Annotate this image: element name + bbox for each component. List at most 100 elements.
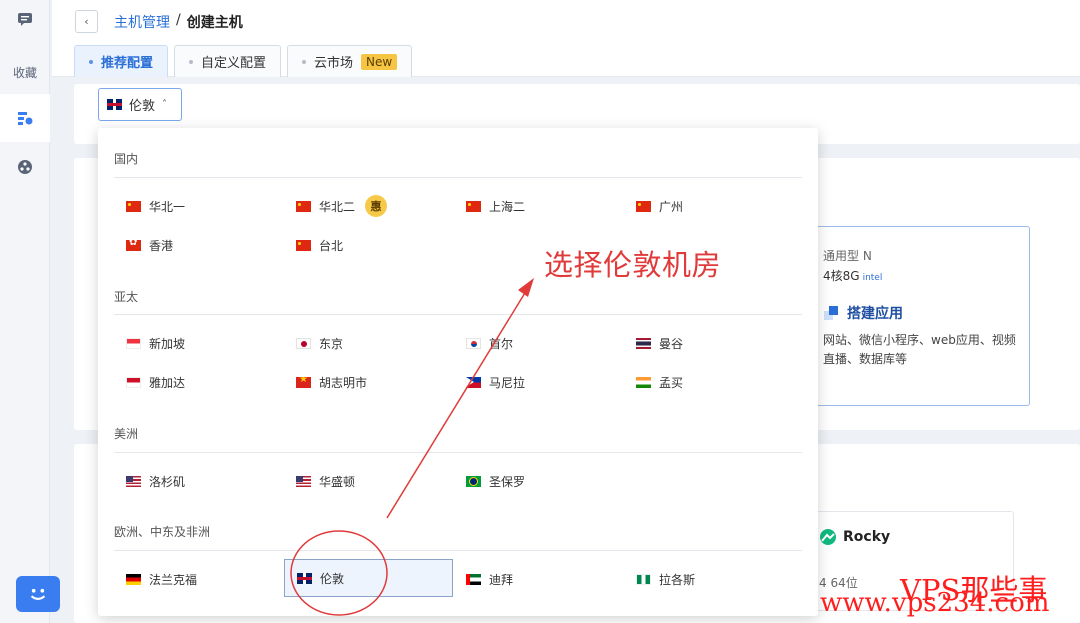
message-icon[interactable] bbox=[0, 6, 50, 32]
host-management-icon[interactable] bbox=[0, 94, 50, 142]
page-header: ‹ 主机管理 / 创建主机 推荐配置 自定义配置 云市场 New bbox=[52, 0, 1080, 77]
region-option[interactable]: 华盛顿 bbox=[284, 462, 453, 500]
group-divider bbox=[114, 177, 802, 178]
main-area: ‹ 主机管理 / 创建主机 推荐配置 自定义配置 云市场 New 伦敦 ˄ 通用型… bbox=[52, 0, 1080, 623]
os-name: Rocky bbox=[819, 528, 890, 546]
uk-flag-icon bbox=[297, 572, 312, 584]
region-option-label: 曼谷 bbox=[659, 336, 684, 351]
cn-flag-icon bbox=[636, 200, 651, 212]
intel-logo: intel bbox=[862, 273, 883, 283]
region-option[interactable]: 迪拜 bbox=[454, 560, 623, 598]
region-option[interactable]: 胡志明市 bbox=[284, 363, 453, 401]
instance-spec: 4核8G intel bbox=[823, 267, 882, 284]
network-icon[interactable] bbox=[0, 154, 50, 180]
region-option[interactable]: 新加坡 bbox=[114, 324, 283, 362]
kr-flag-icon bbox=[466, 337, 481, 349]
region-option[interactable]: 香港 bbox=[114, 226, 283, 264]
region-option[interactable]: 法兰克福 bbox=[114, 560, 283, 598]
region-option-label: 拉各斯 bbox=[659, 572, 696, 587]
region-option[interactable]: 东京 bbox=[284, 324, 453, 362]
region-option[interactable]: 华北二惠 bbox=[284, 187, 453, 225]
region-select[interactable]: 伦敦 ˄ bbox=[98, 88, 182, 121]
instance-spec-value: 4核8G bbox=[823, 269, 860, 283]
jp-flag-icon bbox=[296, 337, 311, 349]
region-option[interactable]: 雅加达 bbox=[114, 363, 283, 401]
region-option-label: 台北 bbox=[319, 238, 344, 253]
cn-flag-icon bbox=[126, 200, 141, 212]
page-title: 创建主机 bbox=[186, 15, 243, 31]
region-option[interactable]: 广州 bbox=[624, 187, 793, 225]
group-divider bbox=[114, 550, 802, 551]
us-flag-icon bbox=[296, 475, 311, 487]
region-option-label: 胡志明市 bbox=[319, 375, 368, 390]
region-option-label: 迪拜 bbox=[489, 572, 514, 587]
region-select-value: 伦敦 bbox=[129, 99, 156, 114]
instance-type-card[interactable]: 通用型 N 4核8G intel 搭建应用 网站、微信小程序、web应用、视频直播… bbox=[812, 226, 1030, 406]
region-option-label: 香港 bbox=[149, 238, 174, 253]
tab-dot bbox=[302, 59, 307, 64]
card-title-text: 搭建应用 bbox=[847, 306, 903, 322]
hk-flag-icon bbox=[126, 239, 141, 251]
card-description: 网站、微信小程序、web应用、视频直播、数据库等 bbox=[823, 333, 1016, 366]
breadcrumb-host-management[interactable]: 主机管理 bbox=[114, 12, 170, 32]
region-option[interactable]: 马尼拉 bbox=[454, 363, 623, 401]
new-badge: New bbox=[361, 53, 398, 70]
annotation-text: 选择伦敦机房 bbox=[544, 248, 722, 282]
breadcrumb-separator: / bbox=[176, 12, 181, 28]
region-option-label: 首尔 bbox=[489, 336, 514, 351]
tab-marketplace[interactable]: 云市场 New bbox=[287, 45, 413, 77]
region-option[interactable]: 拉各斯 bbox=[624, 560, 793, 598]
chevron-left-icon: ‹ bbox=[84, 15, 89, 28]
region-option-label: 雅加达 bbox=[149, 375, 186, 390]
region-option-label: 洛杉矶 bbox=[149, 474, 186, 489]
rocky-logo-icon bbox=[820, 529, 836, 545]
region-option[interactable]: 孟买 bbox=[624, 363, 793, 401]
region-option-label: 孟买 bbox=[659, 375, 684, 390]
back-button[interactable]: ‹ bbox=[75, 10, 98, 33]
region-group-title: 欧洲、中东及非洲 bbox=[114, 525, 211, 539]
tab-recommended[interactable]: 推荐配置 bbox=[74, 45, 169, 77]
sg-flag-icon bbox=[126, 337, 141, 349]
region-option[interactable]: 上海二 bbox=[454, 187, 623, 225]
group-divider bbox=[114, 314, 802, 315]
uk-flag-icon bbox=[107, 99, 122, 110]
region-option[interactable]: 曼谷 bbox=[624, 324, 793, 362]
tab-label: 推荐配置 bbox=[101, 56, 154, 71]
region-option[interactable]: 台北 bbox=[284, 226, 453, 264]
tab-dot bbox=[189, 59, 194, 64]
card-title: 搭建应用 bbox=[823, 303, 903, 323]
instance-type-label: 通用型 N bbox=[823, 249, 872, 263]
cn-flag-icon bbox=[296, 239, 311, 251]
us-flag-icon bbox=[126, 475, 141, 487]
region-option[interactable]: 首尔 bbox=[454, 324, 623, 362]
th-flag-icon bbox=[636, 337, 651, 349]
tab-label: 云市场 bbox=[314, 56, 354, 71]
region-option[interactable]: 圣保罗 bbox=[454, 462, 623, 500]
region-group-title: 亚太 bbox=[114, 290, 139, 304]
breadcrumb: 主机管理 / 创建主机 bbox=[114, 12, 243, 32]
region-group-title: 国内 bbox=[114, 152, 139, 166]
region-option[interactable]: 华北一 bbox=[114, 187, 283, 225]
de-flag-icon bbox=[126, 573, 141, 585]
ph-flag-icon bbox=[466, 376, 481, 388]
region-option-label: 广州 bbox=[659, 199, 684, 214]
region-option-label: 华北一 bbox=[149, 199, 186, 214]
cn-flag-icon bbox=[296, 200, 311, 212]
region-dropdown: 国内 华北一 华北二惠 上海二 广州 香港 台北 亚太 新加坡 东京 首尔 曼谷… bbox=[98, 128, 818, 616]
config-tabs: 推荐配置 自定义配置 云市场 New bbox=[74, 45, 413, 77]
region-option-label: 圣保罗 bbox=[489, 474, 526, 489]
region-option-label: 东京 bbox=[319, 336, 344, 351]
region-option-london-selected[interactable]: 伦敦 bbox=[284, 559, 453, 597]
left-rail: 收藏 bbox=[0, 0, 50, 623]
region-option-label: 马尼拉 bbox=[489, 375, 526, 390]
id-flag-icon bbox=[126, 376, 141, 388]
watermark-url: www.vps234.com bbox=[820, 588, 1050, 618]
cn-flag-icon bbox=[466, 200, 481, 212]
tab-custom[interactable]: 自定义配置 bbox=[174, 45, 282, 77]
region-option-label: 新加坡 bbox=[149, 336, 186, 351]
vn-flag-icon bbox=[296, 376, 311, 388]
ng-flag-icon bbox=[636, 573, 651, 585]
ae-flag-icon bbox=[466, 573, 481, 585]
region-option[interactable]: 洛杉矶 bbox=[114, 462, 283, 500]
rail-favorites[interactable]: 收藏 bbox=[0, 60, 50, 84]
